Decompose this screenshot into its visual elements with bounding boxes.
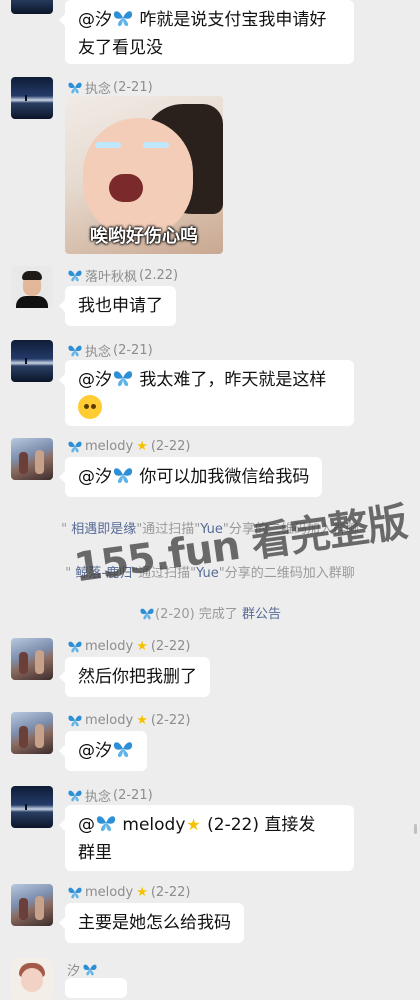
mention-text: @汐 — [78, 10, 112, 30]
mention-text: @汐 — [78, 467, 112, 487]
message-bubble[interactable]: @汐 — [59, 731, 147, 771]
butterfly-icon — [112, 9, 134, 27]
butterfly-icon — [112, 466, 134, 484]
butterfly-icon — [67, 789, 83, 802]
message-text: 主要是她怎么给我码 — [78, 913, 231, 933]
butterfly-icon — [67, 640, 83, 653]
mention-text: @汐 — [78, 741, 112, 761]
sender-name: 落叶秋枫 (2.22) — [67, 266, 178, 285]
emoji-icon — [78, 395, 102, 419]
butterfly-icon — [67, 269, 83, 282]
butterfly-icon — [67, 440, 83, 453]
avatar[interactable] — [11, 884, 53, 926]
message-text: 群里 — [78, 843, 112, 863]
sender-name: melody ★ (2-22) — [67, 713, 191, 728]
group-notice-link[interactable]: 群公告 — [242, 607, 281, 622]
avatar[interactable] — [11, 638, 53, 680]
sender-name: melody ★ (2-22) — [67, 439, 191, 454]
sender-name: melody ★ (2-22) — [67, 885, 191, 900]
butterfly-icon — [82, 963, 98, 976]
butterfly-icon — [95, 814, 117, 832]
sticker-caption: 唉哟好伤心呜 — [90, 226, 198, 247]
message-bubble[interactable]: @汐 你可以加我微信给我码 — [58, 457, 323, 497]
star-icon: ★ — [136, 885, 148, 900]
message-bubble[interactable]: 我也申请了 — [59, 286, 176, 326]
mention-text: @ — [78, 815, 95, 835]
butterfly-icon — [67, 344, 83, 357]
avatar[interactable] — [11, 786, 53, 828]
butterfly-icon — [67, 886, 83, 899]
butterfly-icon — [67, 81, 83, 94]
message-text: 我也申请了 — [78, 296, 163, 316]
sender-name: 汐 — [67, 960, 98, 979]
sender-name: 执念 (2-21) — [67, 78, 153, 97]
message-text: 我太难了，昨天就是这样 — [134, 370, 327, 390]
avatar[interactable] — [11, 340, 53, 382]
avatar[interactable] — [11, 958, 53, 1000]
avatar[interactable] — [11, 438, 53, 480]
message-bubble[interactable]: @ melody★ (2-22) 直接发 群里 — [59, 805, 354, 871]
message-bubble[interactable]: @汐 我太难了，昨天就是这样 — [59, 360, 354, 426]
message-bubble[interactable]: @汐 咋就是说支付宝我申请好友了看见没 — [59, 0, 354, 64]
star-icon: ★ — [136, 713, 148, 728]
message-text: 然后你把我删了 — [78, 667, 197, 687]
mention-text: @汐 — [78, 370, 112, 390]
avatar[interactable] — [11, 712, 53, 754]
system-notice: (2-20) 完成了 群公告 — [0, 603, 420, 622]
avatar[interactable] — [11, 266, 53, 308]
butterfly-icon — [67, 714, 83, 727]
star-icon: ★ — [136, 439, 148, 454]
avatar[interactable] — [11, 0, 53, 14]
sender-name: melody ★ (2-22) — [67, 639, 191, 654]
avatar[interactable] — [11, 77, 53, 119]
sticker-image[interactable]: 唉哟好伤心呜 — [65, 96, 223, 254]
butterfly-icon — [139, 607, 155, 620]
message-bubble[interactable] — [65, 978, 127, 998]
star-icon: ★ — [186, 815, 201, 834]
message-bubble[interactable]: 主要是她怎么给我码 — [59, 903, 244, 943]
sender-name: 执念 (2-21) — [67, 786, 153, 805]
butterfly-icon — [112, 740, 134, 758]
message-text: 你可以加我微信给我码 — [134, 467, 310, 487]
message-bubble[interactable]: 然后你把我删了 — [59, 657, 210, 697]
star-icon: ★ — [136, 639, 148, 654]
butterfly-icon — [112, 369, 134, 387]
sender-name: 执念 (2-21) — [67, 341, 153, 360]
scrollbar[interactable] — [414, 824, 417, 834]
